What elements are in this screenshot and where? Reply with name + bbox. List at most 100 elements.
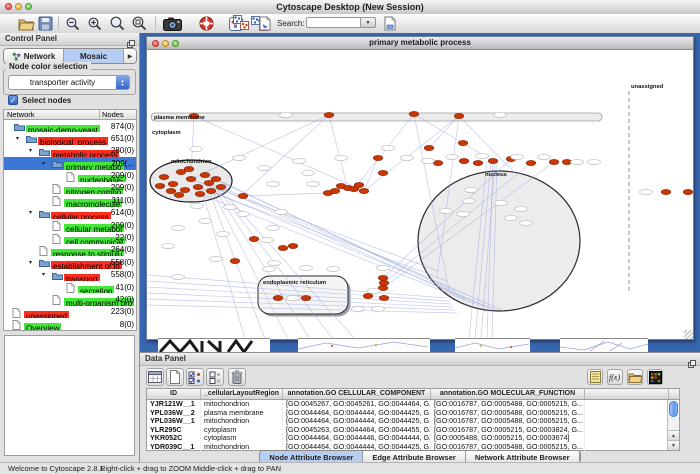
table-row[interactable]: YPL036W__2plasma membrane[GO:0044464, GO… xyxy=(147,409,679,418)
background-window-fragment[interactable] xyxy=(158,338,270,352)
tree-row[interactable]: macromolecule311(0) xyxy=(4,194,136,206)
node xyxy=(206,188,216,193)
tree-row[interactable]: cellular metabol209(0) xyxy=(4,219,136,231)
tree-row[interactable]: response to stimulu264(0) xyxy=(4,244,136,256)
delete-attribute-button[interactable] xyxy=(228,368,246,386)
select-nodes-checkbox[interactable]: ✓ xyxy=(8,95,18,105)
zoom-view-button[interactable] xyxy=(172,40,179,47)
function-builder-button[interactable]: f(x) xyxy=(607,369,623,385)
vizmapper-doc-icon[interactable] xyxy=(258,15,272,32)
new-attribute-button[interactable] xyxy=(166,368,184,386)
birds-eye-view[interactable] xyxy=(4,335,135,456)
network-view-window[interactable]: primary metabolic process plasma membran… xyxy=(146,36,694,340)
import-attributes-button[interactable] xyxy=(627,369,643,385)
minimize-window-button[interactable] xyxy=(15,3,22,10)
select-attributes-button[interactable] xyxy=(186,368,204,386)
node xyxy=(273,295,283,300)
network-canvas[interactable]: plasma membranecytoplasmmitochondrionnuc… xyxy=(147,50,693,339)
tree-row[interactable]: cell communicat22(0) xyxy=(4,232,136,244)
tree-row[interactable]: nitrogen compo209(0) xyxy=(4,182,136,194)
close-view-button[interactable] xyxy=(152,40,159,47)
status-bar: Welcome to Cytoscape 2.8.1Right-click + … xyxy=(0,462,700,474)
scroll-down-icon[interactable]: ▼ xyxy=(668,440,679,450)
close-window-button[interactable] xyxy=(5,3,12,10)
tree-row[interactable]: ▾transport558(0) xyxy=(4,269,136,281)
take-snapshot-icon[interactable] xyxy=(163,15,182,32)
expand-arrow-icon[interactable]: ▾ xyxy=(42,160,45,167)
tree-row[interactable]: ▾establishment of lo558(0) xyxy=(4,256,136,268)
tree-row[interactable]: ▾metabolic process280(0) xyxy=(4,145,136,157)
node xyxy=(378,170,388,175)
column-header[interactable]: _cellularLayoutRegion xyxy=(201,389,283,399)
search-config-icon[interactable] xyxy=(383,15,397,32)
attribute-notes-button[interactable] xyxy=(587,369,603,385)
status-message: Welcome to Cytoscape 2.8.1 xyxy=(8,464,104,473)
zoom-out-icon[interactable] xyxy=(66,15,80,32)
tree-row[interactable]: ▾biological_process651(0) xyxy=(4,132,136,144)
table-row[interactable]: YKR052Ccytoplasm[GO:0044464, GO:0044446,… xyxy=(147,434,679,443)
node-color-dropdown[interactable]: transporter activity ▲▼ xyxy=(8,75,130,90)
zoom-in-icon[interactable] xyxy=(88,15,102,32)
expand-arrow-icon[interactable]: ▾ xyxy=(29,147,32,154)
float-panel-icon[interactable] xyxy=(688,355,696,363)
search-dropdown-arrow[interactable]: ▼ xyxy=(360,17,376,28)
tree-row[interactable]: nucleobase-209(0) xyxy=(4,170,136,182)
table-row[interactable]: YJR121W__1mitochondrion[GO:0045267, GO:0… xyxy=(147,400,679,409)
table-row[interactable]: YLR295Ccytoplasm[GO:0045263, GO:0044464,… xyxy=(147,426,679,435)
node-label-chip xyxy=(495,200,508,205)
tree-row[interactable]: multi-organism pro42(0) xyxy=(4,293,136,305)
column-header[interactable] xyxy=(585,389,669,399)
region-label: cytoplasm xyxy=(152,130,181,136)
node xyxy=(454,113,464,118)
table-cell: [GO:0044464, GO:0044444, GO:0044425, G..… xyxy=(283,417,431,426)
background-window-fragment[interactable] xyxy=(560,338,648,352)
tree-row[interactable]: mosaic-demo-yeast874(0) xyxy=(4,120,136,132)
background-window-fragment[interactable] xyxy=(298,338,430,352)
node xyxy=(174,192,184,197)
node-label-chip xyxy=(217,231,230,236)
table-row[interactable]: YPL036W__1mitochondrion[GO:0044464, GO:0… xyxy=(147,417,679,426)
tab-network[interactable]: Network xyxy=(4,49,64,63)
help-icon[interactable] xyxy=(199,15,214,32)
column-header[interactable]: annotation.GO MOLECULAR_FUNCTION xyxy=(431,389,585,399)
zoom-selected-region-icon[interactable] xyxy=(132,15,147,32)
minimize-view-button[interactable] xyxy=(162,40,169,47)
node-label-chip xyxy=(237,211,250,216)
svg-text:f(x): f(x) xyxy=(609,373,620,382)
network-window-titlebar[interactable]: primary metabolic process xyxy=(147,37,693,50)
background-window-fragment[interactable] xyxy=(455,338,530,352)
table-scrollbar[interactable]: ▲ ▼ xyxy=(667,400,679,450)
attribute-matrix-button[interactable] xyxy=(647,369,663,385)
node xyxy=(379,280,389,285)
scroll-up-icon[interactable]: ▲ xyxy=(668,430,679,440)
edge xyxy=(364,116,459,191)
tree-row[interactable]: unassigned223(0) xyxy=(4,306,136,318)
tab-mosaic[interactable]: Mosaic xyxy=(64,49,124,63)
zoom-window-button[interactable] xyxy=(25,3,32,10)
scrollbar-thumb[interactable] xyxy=(669,401,678,417)
control-panel-title: Control Panel xyxy=(0,33,139,45)
open-file-icon[interactable] xyxy=(18,15,35,32)
tree-row[interactable]: Overview8(0) xyxy=(4,318,136,330)
zoom-fit-icon[interactable] xyxy=(110,15,125,32)
search-input[interactable] xyxy=(306,17,360,28)
tree-count: 558(0) xyxy=(111,258,134,267)
save-session-icon[interactable] xyxy=(38,15,53,32)
copy-style-right-icon[interactable] xyxy=(233,15,249,35)
column-header[interactable]: annotation.GO CELLULAR_COMPONENT xyxy=(283,389,431,399)
table-cell: YJR121W__1 xyxy=(147,400,201,409)
expand-arrow-icon[interactable]: ▾ xyxy=(29,209,32,216)
tab-overflow-arrow[interactable]: ▶ xyxy=(124,49,136,63)
column-header[interactable]: ID xyxy=(147,389,201,399)
unselect-attributes-button[interactable] xyxy=(206,368,224,386)
tree-row[interactable]: ▾primary metabo209(... xyxy=(4,157,136,169)
expand-arrow-icon[interactable]: ▾ xyxy=(29,259,32,266)
float-panel-icon[interactable] xyxy=(127,35,135,43)
expand-arrow-icon[interactable]: ▾ xyxy=(42,271,45,278)
expand-arrow-icon[interactable]: ▾ xyxy=(16,135,19,142)
tree-row[interactable]: secretion41(0) xyxy=(4,281,136,293)
tree-row[interactable]: ▾cellular process614(0) xyxy=(4,207,136,219)
column-selector-button[interactable] xyxy=(146,368,164,386)
resize-grip-icon[interactable] xyxy=(684,330,693,339)
node xyxy=(458,140,468,145)
